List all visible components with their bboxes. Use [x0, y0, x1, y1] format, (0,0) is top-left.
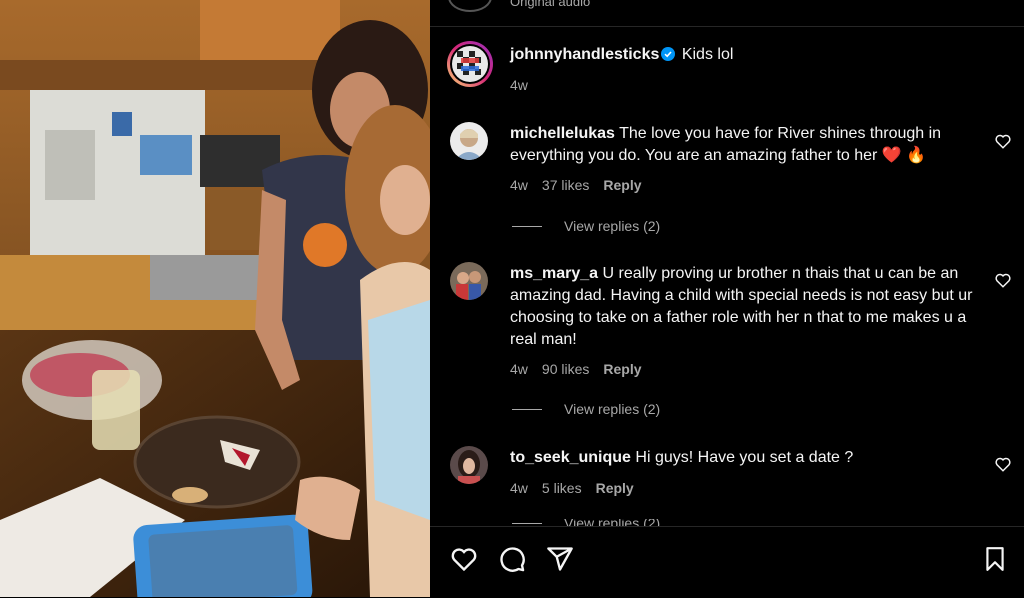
heart-icon[interactable]	[994, 132, 1012, 150]
comment-likes[interactable]: 90 likes	[542, 361, 589, 377]
comment-username[interactable]: ms_mary_a	[510, 265, 598, 282]
heart-icon[interactable]	[994, 455, 1012, 473]
reply-button[interactable]: Reply	[596, 480, 634, 496]
comment-age[interactable]: 4w	[510, 361, 528, 377]
post-author-username[interactable]: johnnyhandlesticks	[510, 46, 659, 63]
comment-username[interactable]: michellelukas	[510, 125, 615, 142]
reply-button[interactable]: Reply	[603, 177, 641, 193]
verified-badge-icon	[661, 47, 676, 61]
audio-strip: Original audio	[430, 0, 1024, 27]
comment-avatar[interactable]	[450, 446, 488, 484]
comment-text: to_seek_unique Hi guys! Have you set a d…	[510, 449, 854, 466]
comment-text: ms_mary_a U really proving ur brother n …	[510, 265, 973, 348]
kitchen-photo	[0, 0, 430, 597]
divider-line	[512, 522, 542, 524]
post-age[interactable]: 4w	[510, 77, 528, 93]
comment-age[interactable]: 4w	[510, 177, 528, 193]
comment-age[interactable]: 4w	[510, 480, 528, 496]
view-replies-button[interactable]: View replies (2)	[512, 218, 660, 234]
comment-avatar[interactable]	[450, 262, 488, 300]
comment-icon[interactable]	[498, 545, 526, 573]
comment-text: michellelukas The love you have for Rive…	[510, 125, 942, 164]
comment-meta: 4w 5 likes Reply	[510, 480, 648, 496]
heart-icon[interactable]	[450, 545, 478, 573]
comment-likes[interactable]: 5 likes	[542, 480, 582, 496]
post-media-photo[interactable]	[0, 0, 430, 597]
share-icon[interactable]	[546, 545, 574, 573]
audio-label[interactable]: Original audio	[510, 0, 590, 9]
post-author-avatar[interactable]	[446, 40, 494, 88]
comment-meta: 4w 37 likes Reply	[510, 177, 656, 193]
reply-button[interactable]: Reply	[603, 361, 641, 377]
comment-likes[interactable]: 37 likes	[542, 177, 589, 193]
action-bar	[430, 526, 1024, 598]
emoji-heart-fire: ❤️ 🔥	[881, 147, 927, 164]
heart-icon[interactable]	[994, 271, 1012, 289]
comment-username[interactable]: to_seek_unique	[510, 449, 631, 466]
comment-avatar[interactable]	[450, 122, 488, 160]
comment-meta: 4w 90 likes Reply	[510, 361, 656, 377]
caption-text: Kids lol	[681, 46, 734, 63]
bookmark-icon[interactable]	[982, 545, 1008, 573]
audio-avatar[interactable]	[448, 0, 492, 12]
comments-panel: Original audio johnnyhandlesticks Kids l…	[430, 0, 1024, 597]
view-replies-button[interactable]: View replies (2)	[512, 401, 660, 417]
divider-line	[512, 225, 542, 227]
divider-line	[512, 408, 542, 410]
post-caption: johnnyhandlesticks Kids lol	[510, 46, 733, 64]
